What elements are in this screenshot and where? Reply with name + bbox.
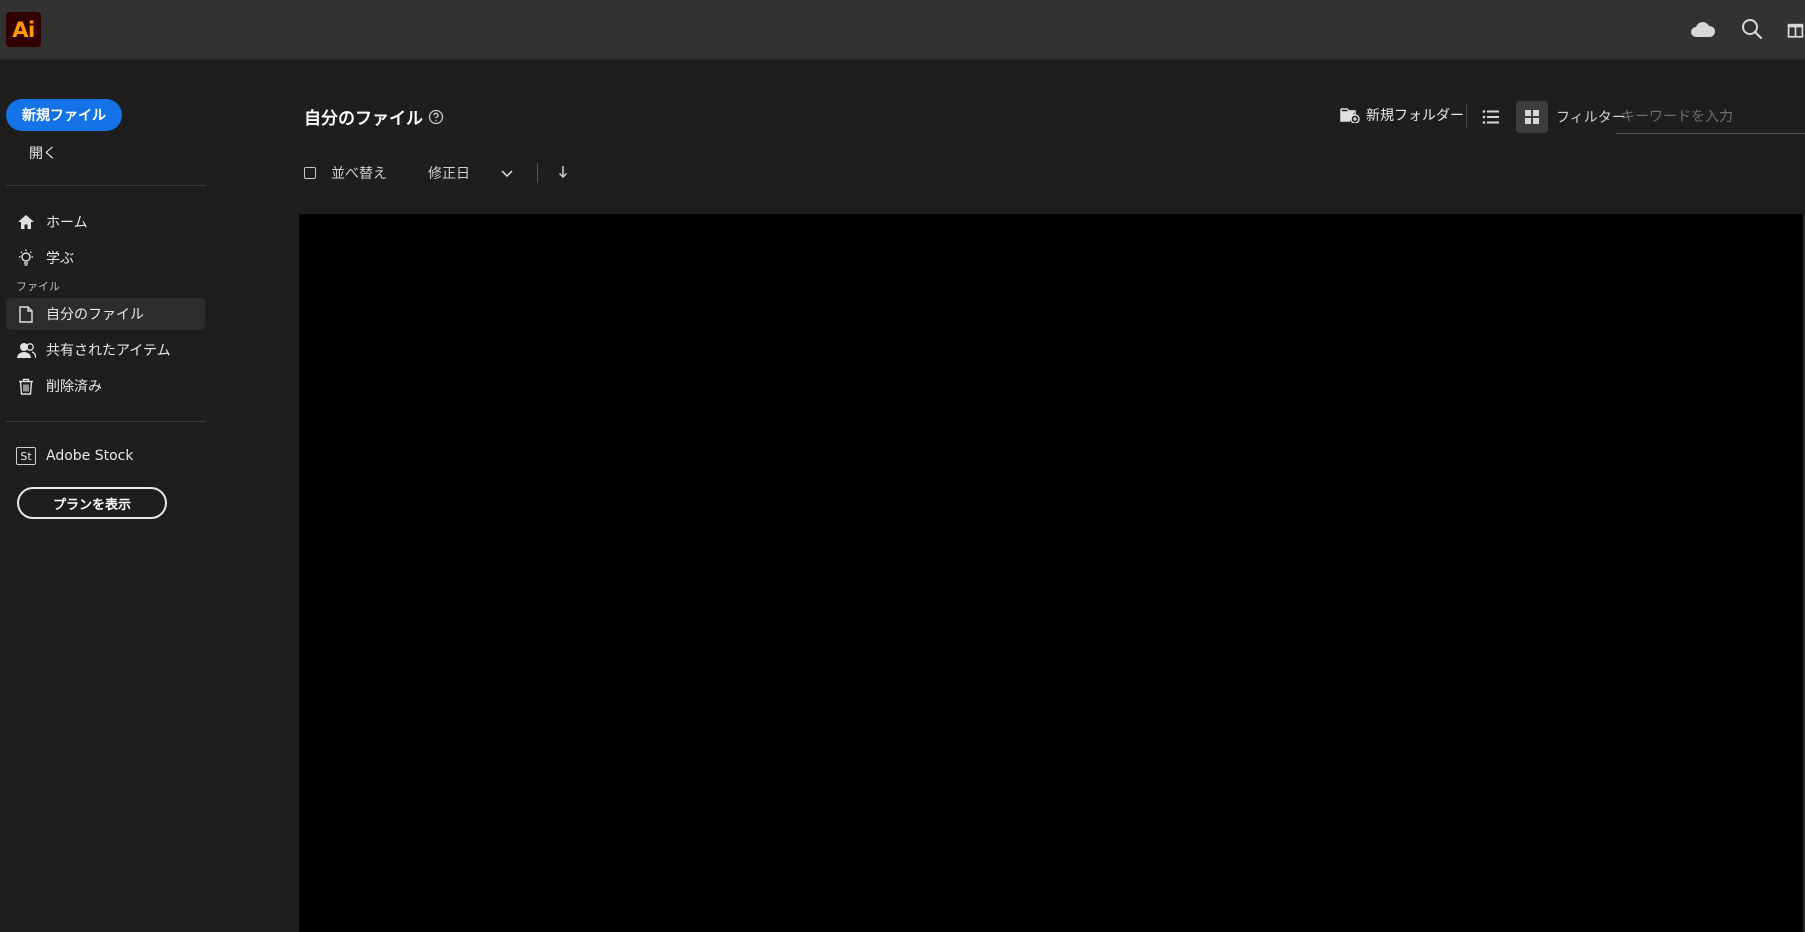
gift-icon[interactable] [1786,14,1805,44]
home-icon [16,212,36,232]
adobe-stock-link[interactable]: St Adobe Stock [16,447,133,465]
cloud-icon[interactable] [1688,14,1718,44]
select-all-checkbox[interactable] [304,167,316,179]
sidebar: 新規ファイル 開く ホーム 学ぶ ファイル 自分のファイル 共有されたアイテム … [0,61,215,932]
new-folder-button[interactable]: 新規フォルダー [1340,105,1464,125]
files-section-label: ファイル [16,280,60,293]
grid-icon [1525,110,1539,124]
sidebar-item-shared[interactable]: 共有されたアイテム [6,334,205,366]
sidebar-item-home[interactable]: ホーム [6,206,205,238]
sort-separator [537,163,538,183]
trash-icon [16,376,36,396]
new-file-button[interactable]: 新規ファイル [6,99,122,131]
adobe-stock-label: Adobe Stock [46,448,134,464]
chevron-down-icon[interactable] [500,165,514,184]
list-view-button[interactable] [1476,101,1506,133]
list-icon [1482,110,1499,124]
sidebar-item-label: 学ぶ [46,251,74,267]
help-icon[interactable] [428,109,444,129]
filter-keyword-input[interactable] [1616,100,1805,134]
open-button[interactable]: 開く [29,143,57,163]
new-folder-label: 新規フォルダー [1366,108,1464,124]
files-content-area [299,214,1803,932]
sort-label: 並べ替え [331,166,387,182]
sidebar-item-label: 共有されたアイテム [46,343,171,359]
page-title: 自分のファイル [304,109,423,129]
sort-field-dropdown[interactable]: 修正日 [428,163,470,183]
sidebar-divider [6,421,206,422]
search-icon[interactable] [1737,14,1767,44]
sidebar-item-my-files[interactable]: 自分のファイル [6,298,205,330]
top-bar: Ai [0,0,1805,60]
folder-add-icon [1340,107,1360,123]
toolbar-separator [1466,103,1467,129]
adobe-stock-icon: St [16,447,36,465]
sort-direction-arrow-icon[interactable] [557,164,569,184]
sidebar-item-label: 自分のファイル [46,307,144,323]
grid-view-button[interactable] [1516,101,1548,133]
sidebar-item-label: 削除済み [46,379,102,395]
users-icon [16,340,36,360]
view-plans-button[interactable]: プランを表示 [17,487,167,519]
sidebar-item-deleted[interactable]: 削除済み [6,370,205,402]
lightbulb-icon [16,248,36,268]
illustrator-logo[interactable]: Ai [6,12,41,47]
sidebar-item-label: ホーム [46,215,88,231]
file-icon [16,304,36,324]
sidebar-divider [6,185,206,186]
sidebar-item-learn[interactable]: 学ぶ [6,242,205,274]
